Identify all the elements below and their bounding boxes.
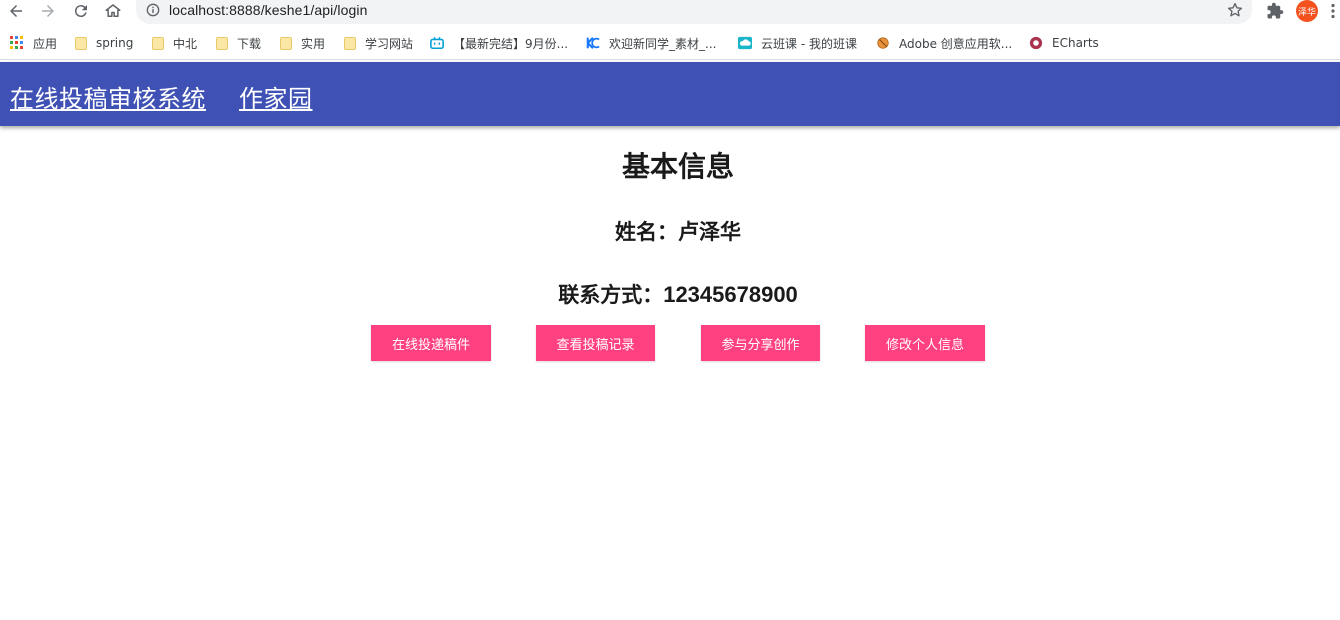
bookmarks-bar: 应用 spring 中北 下载 实用 学习网站 【最新完结】9月份... 欢迎新… [0,24,1340,60]
bookmark-label: 【最新完结】9月份... [453,36,569,51]
bookmark-adobe[interactable]: Adobe 创意应用软... [876,34,1012,52]
extensions-puzzle-icon[interactable] [1266,2,1284,20]
name-value: 卢泽华 [678,220,741,244]
bookmark-bilibili[interactable]: 【最新完结】9月份... [430,34,568,52]
bookmark-label: Adobe 创意应用软... [899,36,1013,51]
bookmark-label: 欢迎新同学_素材_... [609,36,717,51]
browser-toolbar: localhost:8888/keshe1/api/login 泽华 [0,0,1340,24]
bookmark-apps[interactable]: 应用 [10,34,57,52]
bookmark-label: 中北 [173,36,198,51]
apps-grid-icon [10,36,23,49]
bookmark-zhongbei[interactable]: 中北 [152,34,197,52]
edit-profile-button[interactable]: 修改个人信息 [865,325,985,361]
view-submission-records-button[interactable]: 查看投稿记录 [536,325,655,361]
reload-icon[interactable] [71,1,91,21]
bookmark-label: 应用 [33,36,58,51]
folder-icon [344,36,356,50]
share-creation-button[interactable]: 参与分享创作 [701,325,820,361]
profile-avatar[interactable]: 泽华 [1296,0,1318,22]
contact-label: 联系方式： [558,283,664,307]
folder-icon [152,36,164,50]
site-info-icon[interactable] [146,3,160,17]
name-label: 姓名： [615,220,678,244]
bookmark-label: ECharts [1052,36,1099,50]
back-arrow-icon[interactable] [6,1,26,21]
bookmark-label: 下载 [237,36,262,51]
adobe-icon [877,37,889,49]
forward-arrow-icon[interactable] [38,1,58,21]
bookmark-download[interactable]: 下载 [216,34,261,52]
system-title-link[interactable]: 在线投稿审核系统 [10,79,206,114]
bookmark-practical[interactable]: 实用 [280,34,325,52]
bookmark-label: 学习网站 [365,36,414,51]
folder-icon [280,36,292,50]
bookmark-star-icon[interactable] [1226,1,1244,19]
bookmark-label: 实用 [301,36,326,51]
name-row: 姓名：卢泽华 [0,216,1340,246]
submit-manuscript-button[interactable]: 在线投递稿件 [371,325,491,361]
bookmark-spring[interactable]: spring [75,34,133,52]
page-title: 基本信息 [621,150,734,183]
echarts-icon [1029,36,1043,50]
bookmark-echarts[interactable]: ECharts [1029,34,1099,52]
more-menu-icon[interactable] [1330,3,1336,19]
url-text[interactable]: localhost:8888/keshe1/api/login [169,2,367,18]
bookmark-label: 云班课 - 我的班课 [761,36,857,51]
writer-home-link[interactable]: 作家园 [239,79,313,114]
bookmark-cloud-class[interactable]: 云班课 - 我的班课 [738,34,857,52]
folder-icon [216,36,228,50]
contact-value: 12345678900 [663,282,798,307]
contact-row: 联系方式：12345678900 [0,279,1340,309]
kc-logo-icon [586,37,600,49]
bookmark-study-sites[interactable]: 学习网站 [344,34,413,52]
bookmark-label: spring [96,36,134,50]
bookmark-kc[interactable]: 欢迎新同学_素材_... [586,34,716,52]
app-header: 在线投稿审核系统 作家园 [0,62,1340,126]
home-icon[interactable] [103,1,123,21]
bilibili-icon [430,36,444,50]
address-bar[interactable]: localhost:8888/keshe1/api/login [136,0,1252,24]
folder-icon [75,36,87,50]
cloud-class-icon [738,36,752,50]
